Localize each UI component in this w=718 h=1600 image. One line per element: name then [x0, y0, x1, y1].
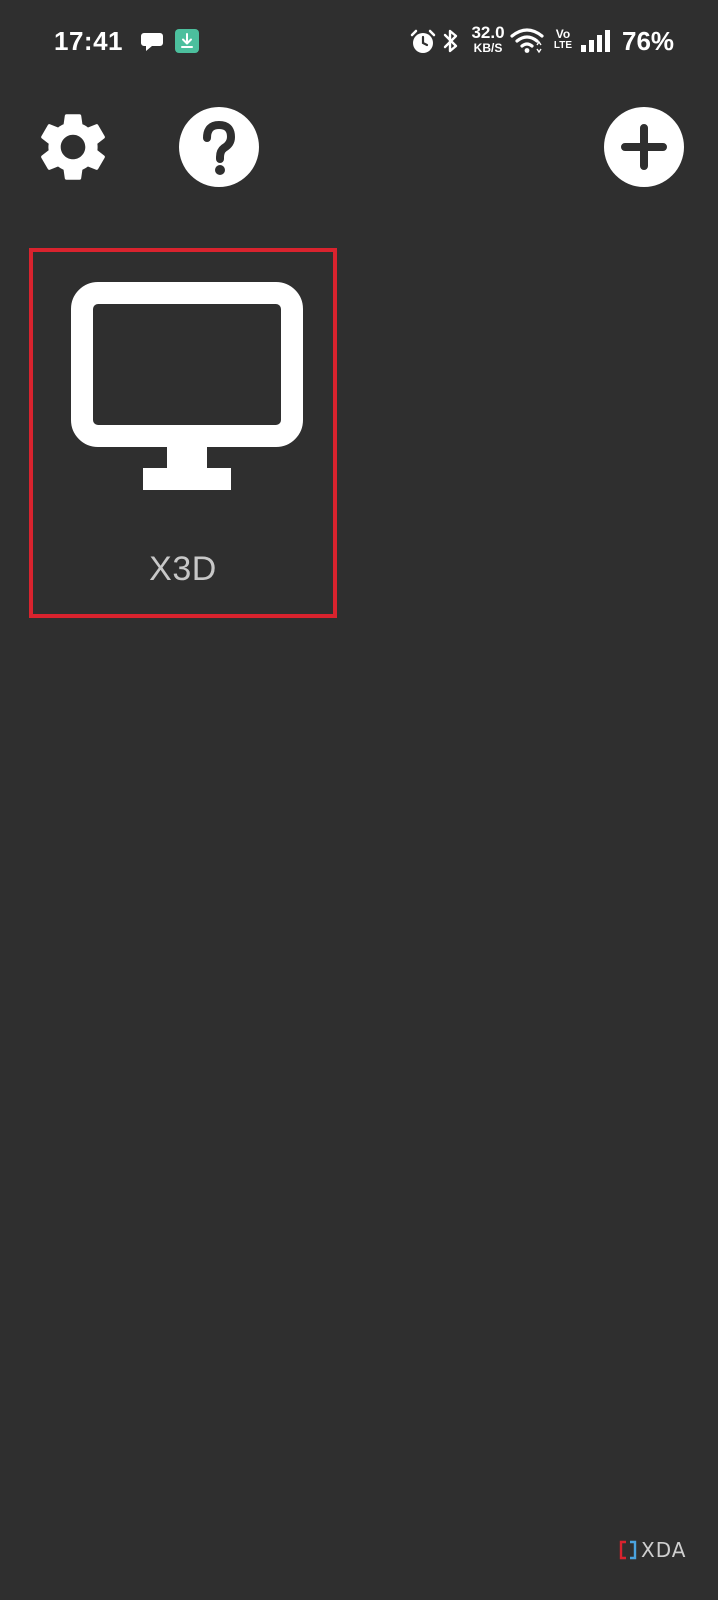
wifi-icon	[510, 28, 544, 54]
toolbar	[0, 100, 718, 200]
chat-bubble-icon	[140, 31, 164, 53]
xda-logo-icon	[619, 1540, 637, 1560]
monitor-icon	[71, 282, 303, 490]
signal-icon	[580, 29, 614, 53]
desktop-label: X3D	[149, 550, 217, 588]
status-time: 17:41	[54, 26, 123, 56]
add-desktop-button[interactable]	[603, 106, 685, 188]
gear-icon	[41, 114, 105, 180]
volte-indicator: Vo LTE	[553, 28, 573, 51]
volte-bottom-text: LTE	[553, 40, 573, 51]
plus-icon	[604, 107, 684, 187]
app-screen: 17:41 32.0 KB/S Vo LTE 76% X3D XDA	[0, 0, 718, 1600]
network-speed-value: 32.0	[471, 23, 505, 42]
status-bar: 17:41 32.0 KB/S Vo LTE 76%	[0, 0, 718, 86]
settings-button[interactable]	[32, 106, 114, 188]
battery-level: 76%	[622, 26, 675, 56]
watermark: XDA	[619, 1538, 686, 1562]
watermark-text: XDA	[641, 1538, 687, 1562]
help-button[interactable]	[178, 106, 260, 188]
download-icon	[175, 29, 199, 53]
volte-top-text: Vo	[555, 27, 571, 41]
desktop-tile[interactable]: X3D	[29, 248, 337, 618]
network-speed-unit: KB/S	[473, 41, 503, 55]
alarm-icon	[410, 29, 436, 55]
network-speed: 32.0 KB/S	[468, 24, 508, 54]
bluetooth-icon	[442, 27, 460, 55]
help-icon	[179, 107, 259, 187]
